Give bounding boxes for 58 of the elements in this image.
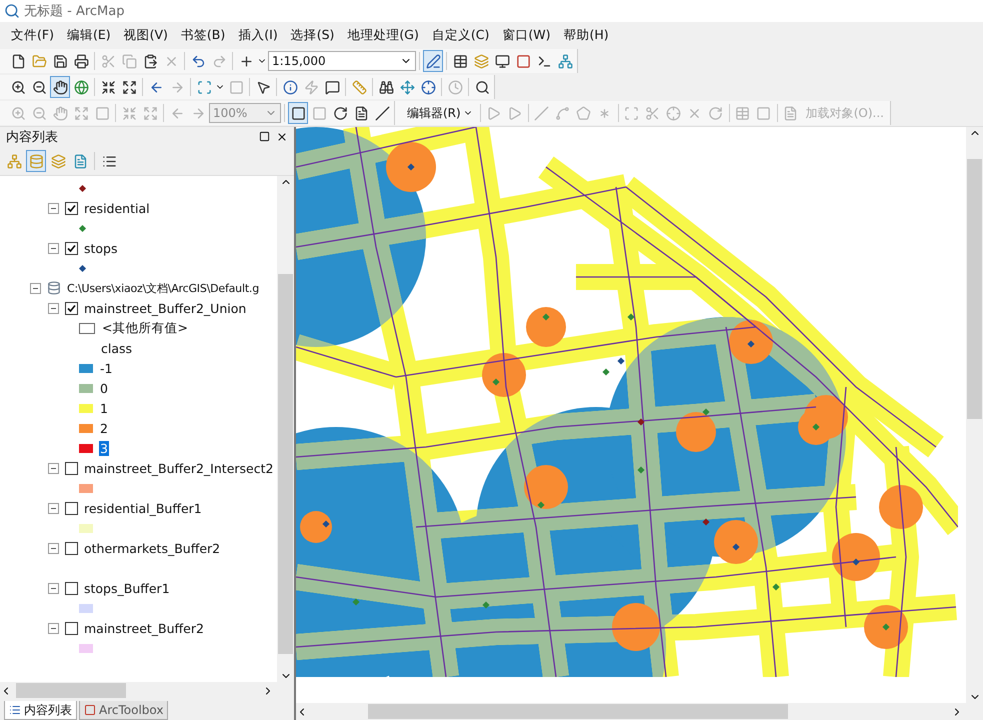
legend-label[interactable]: 3 — [99, 440, 109, 456]
layer-checkbox[interactable] — [65, 502, 78, 514]
menu-item[interactable]: 窗口(W) — [497, 26, 558, 44]
menu-item[interactable]: 自定义(C) — [426, 26, 496, 44]
collapse-toggle[interactable] — [48, 502, 59, 514]
maximize-icon[interactable] — [259, 131, 270, 142]
layer-checkbox[interactable] — [65, 242, 78, 254]
menu-item[interactable]: 选择(S) — [286, 26, 342, 44]
close-icon[interactable] — [276, 131, 288, 143]
scrollbar-thumb[interactable] — [16, 683, 126, 698]
legend-label[interactable]: <其他所有值> — [101, 320, 189, 336]
layer-checkbox[interactable] — [65, 542, 78, 554]
panel-tab[interactable]: ArcToolbox — [79, 701, 168, 720]
database-icon — [47, 281, 61, 295]
layer-checkbox[interactable] — [65, 202, 78, 214]
window-title: 无标题 - ArcMap — [24, 3, 124, 20]
collapse-toggle[interactable] — [48, 542, 59, 554]
scrollbar-thumb[interactable] — [278, 274, 293, 654]
collapse-toggle[interactable] — [48, 582, 59, 594]
menu-item[interactable]: 地理处理(G) — [342, 26, 426, 44]
data-frame-path[interactable]: C:\Users\xiaoz\文档\ArcGIS\Default.g — [67, 280, 260, 296]
layer-name[interactable]: residential — [84, 200, 150, 216]
scrollbar-thumb[interactable] — [368, 704, 788, 719]
collapse-toggle[interactable] — [48, 622, 59, 634]
scrollbar-thumb[interactable] — [967, 159, 982, 419]
legend-label[interactable]: 2 — [99, 420, 109, 436]
menu-item[interactable]: 编辑(E) — [62, 26, 118, 44]
menu-item[interactable]: 视图(V) — [118, 26, 175, 44]
menu-item[interactable]: 书签(B) — [176, 26, 232, 44]
scale-combo[interactable]: 1:15,000 — [268, 51, 416, 71]
editor-menu[interactable]: 编辑器(R) — [403, 102, 477, 124]
layer-checkbox[interactable] — [65, 622, 78, 634]
layer-name[interactable]: stops — [84, 240, 118, 256]
pan-hand-icon[interactable] — [50, 76, 70, 98]
legend-label[interactable]: 1 — [99, 400, 109, 416]
layer-name[interactable]: mainstreet_Buffer2 — [84, 620, 204, 636]
menu-item[interactable]: 文件(F) — [6, 26, 61, 44]
legend-label[interactable]: -1 — [99, 360, 114, 376]
collapse-toggle[interactable] — [48, 462, 59, 474]
collapse-toggle[interactable] — [30, 282, 41, 294]
panel-tab[interactable]: 内容列表 — [4, 701, 77, 720]
menu-item[interactable]: 插入(I) — [233, 26, 285, 44]
layer-checkbox[interactable] — [65, 302, 78, 314]
legend-heading: class — [101, 340, 132, 356]
layer-name[interactable]: mainstreet_Buffer2_Intersect2 — [84, 460, 274, 476]
layer-name[interactable]: residential_Buffer1 — [84, 500, 202, 516]
collapse-toggle[interactable] — [48, 242, 59, 254]
layer-name[interactable]: stops_Buffer1 — [84, 580, 170, 596]
app-logo-icon — [4, 3, 20, 19]
layer-name[interactable]: othermarkets_Buffer2 — [84, 540, 220, 556]
layer-name[interactable]: mainstreet_Buffer2_Union — [84, 300, 246, 316]
layer-checkbox[interactable] — [65, 582, 78, 594]
layer-checkbox[interactable] — [65, 462, 78, 474]
collapse-toggle[interactable] — [48, 202, 59, 214]
legend-label[interactable]: 0 — [99, 380, 109, 396]
menu-item[interactable]: 帮助(H) — [558, 26, 616, 44]
panel-title: 内容列表 — [6, 129, 58, 146]
collapse-toggle[interactable] — [48, 302, 59, 314]
